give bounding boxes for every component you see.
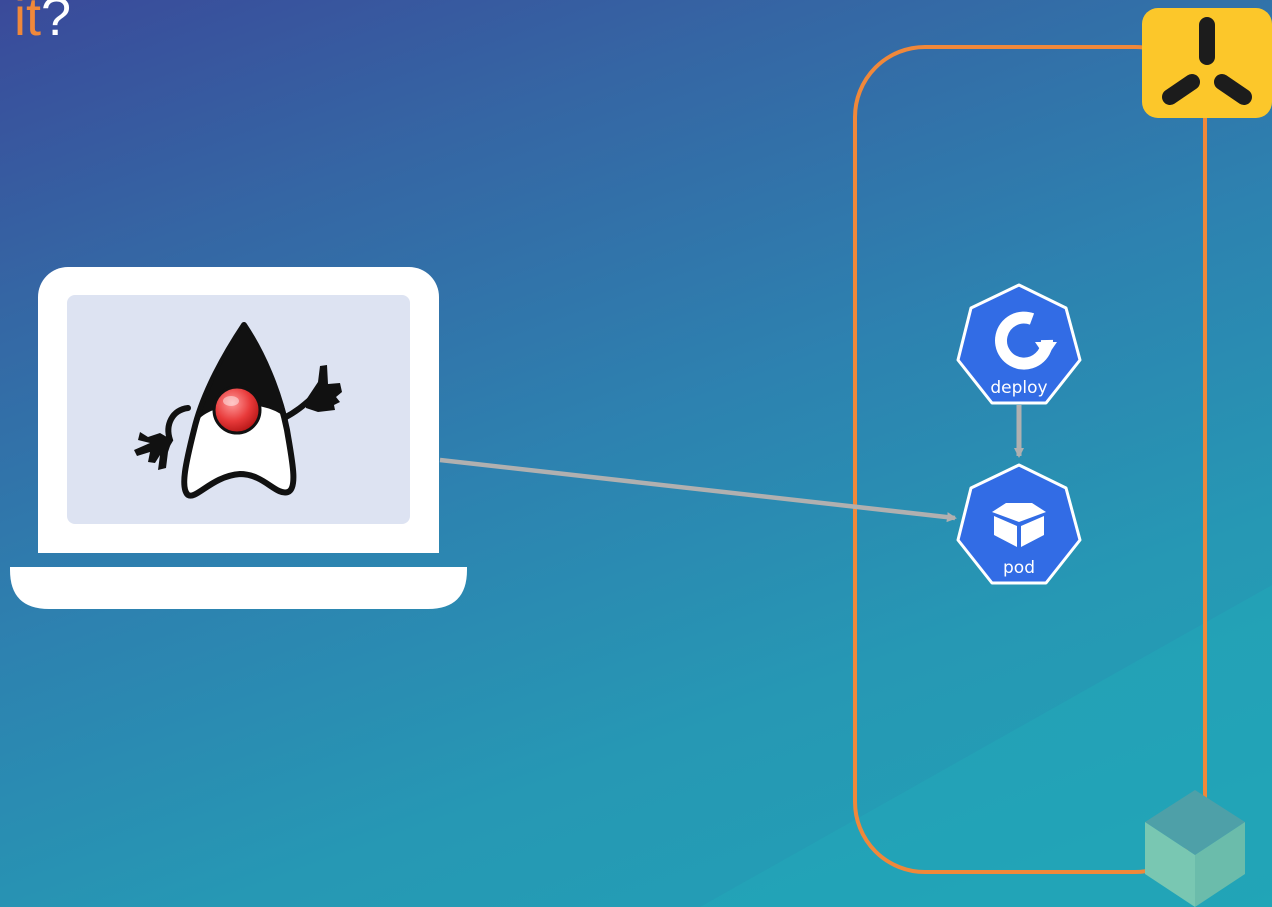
connector-laptop-to-pod bbox=[439, 457, 957, 523]
yellow-logo-icon bbox=[1142, 8, 1272, 118]
laptop-base bbox=[10, 567, 467, 609]
deploy-label: deploy bbox=[990, 378, 1047, 398]
pod-label: pod bbox=[1003, 558, 1035, 578]
deploy-node: deploy bbox=[956, 283, 1082, 405]
diagram: deploy pod bbox=[10, 8, 1272, 907]
pod-node: pod bbox=[956, 463, 1082, 585]
